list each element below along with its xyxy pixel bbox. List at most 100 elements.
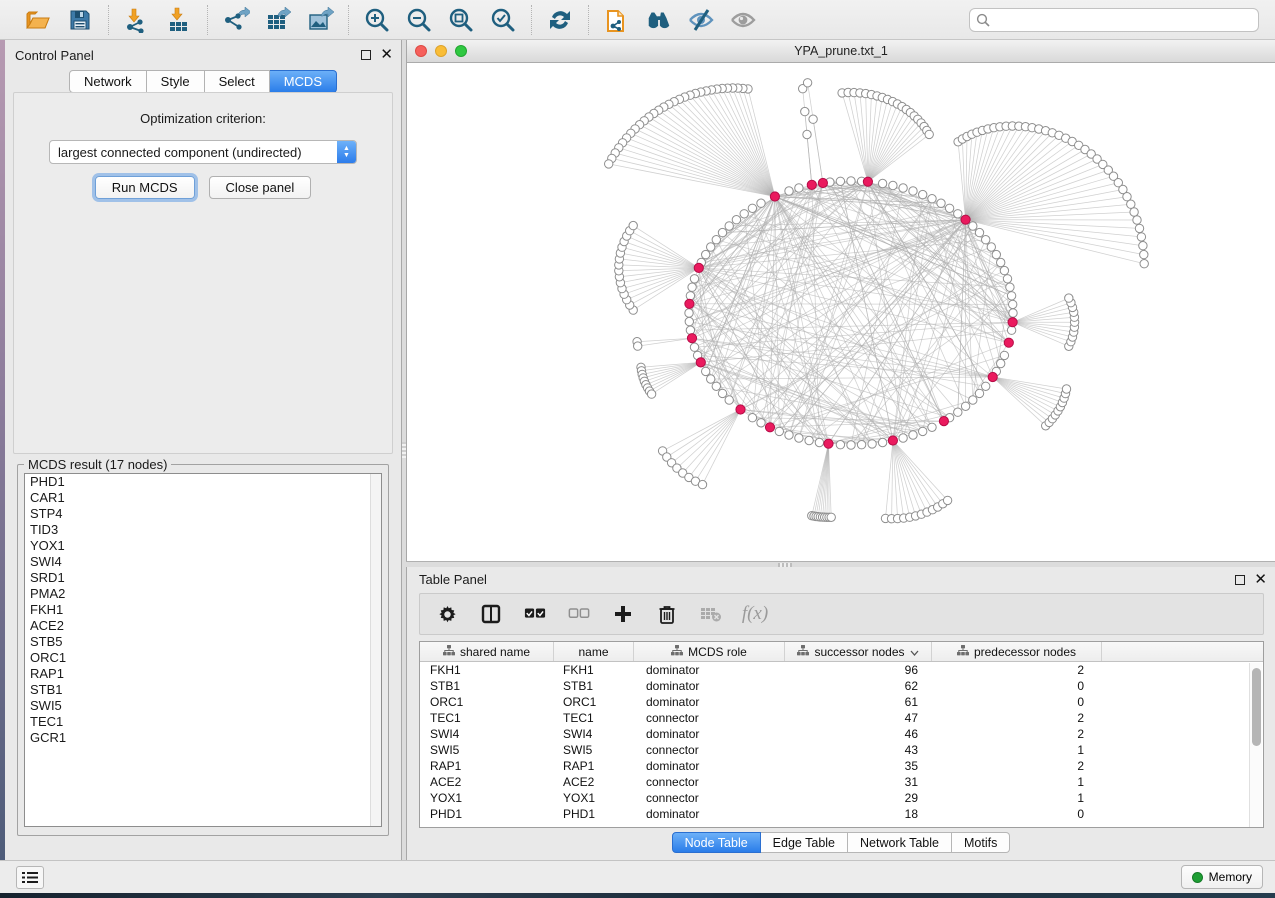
- network-node[interactable]: [961, 402, 969, 410]
- mcds-hub-node[interactable]: [818, 178, 827, 187]
- export-table-icon[interactable]: [264, 6, 292, 34]
- mcds-hub-node[interactable]: [696, 358, 705, 367]
- mcds-hub-node[interactable]: [1008, 318, 1017, 327]
- mcds-hub-node[interactable]: [939, 417, 948, 426]
- tab-edge-table[interactable]: Edge Table: [761, 832, 848, 853]
- network-node[interactable]: [748, 414, 756, 422]
- network-node[interactable]: [688, 283, 696, 291]
- delete-icon[interactable]: [656, 603, 678, 625]
- mcds-hub-node[interactable]: [736, 405, 745, 414]
- network-node[interactable]: [937, 199, 945, 207]
- mcds-hub-node[interactable]: [961, 215, 970, 224]
- mcds-hub-node[interactable]: [863, 177, 872, 186]
- zoom-in-icon[interactable]: [363, 6, 391, 34]
- table-row[interactable]: PHD1PHD1dominator180: [420, 806, 1263, 822]
- network-node[interactable]: [690, 343, 698, 351]
- network-node[interactable]: [712, 382, 720, 390]
- import-table-icon[interactable]: [165, 6, 193, 34]
- network-node[interactable]: [919, 427, 927, 435]
- mcds-result-item[interactable]: ACE2: [25, 618, 381, 634]
- network-node[interactable]: [795, 434, 803, 442]
- criterion-select[interactable]: largest connected component (undirected)…: [49, 140, 357, 164]
- network-node[interactable]: [928, 423, 936, 431]
- mcds-hub-node[interactable]: [824, 439, 833, 448]
- column-header-shared-name[interactable]: shared name: [420, 642, 554, 661]
- export-image-icon[interactable]: [306, 6, 334, 34]
- network-node[interactable]: [1133, 216, 1141, 224]
- network-node[interactable]: [878, 179, 886, 187]
- table-row[interactable]: YOX1YOX1connector291: [420, 790, 1263, 806]
- float-panel-icon[interactable]: [361, 50, 371, 60]
- close-table-panel-icon[interactable]: ✕: [1254, 575, 1267, 585]
- network-node[interactable]: [945, 204, 953, 212]
- mcds-result-item[interactable]: STP4: [25, 506, 381, 522]
- network-node[interactable]: [868, 440, 876, 448]
- column-header-successor-nodes[interactable]: successor nodes: [785, 642, 932, 661]
- network-node[interactable]: [805, 436, 813, 444]
- mcds-hub-node[interactable]: [888, 436, 897, 445]
- network-node[interactable]: [899, 434, 907, 442]
- network-node[interactable]: [928, 195, 936, 203]
- mcds-hub-node[interactable]: [694, 263, 703, 272]
- table-row[interactable]: SWI5SWI5connector431: [420, 742, 1263, 758]
- network-node[interactable]: [889, 181, 897, 189]
- table-row[interactable]: SWI4SWI4dominator462: [420, 726, 1263, 742]
- mcds-result-item[interactable]: CAR1: [25, 490, 381, 506]
- network-node[interactable]: [975, 228, 983, 236]
- import-network-icon[interactable]: [123, 6, 151, 34]
- mcds-result-item[interactable]: TID3: [25, 522, 381, 538]
- search-box[interactable]: [969, 8, 1259, 32]
- table-scrollbar[interactable]: [1249, 663, 1262, 827]
- tab-select[interactable]: Select: [205, 70, 270, 93]
- network-node[interactable]: [1137, 233, 1145, 241]
- mcds-hub-node[interactable]: [770, 192, 779, 201]
- network-node[interactable]: [707, 375, 715, 383]
- new-network-from-selection-icon[interactable]: [603, 6, 631, 34]
- mcds-result-item[interactable]: STB1: [25, 682, 381, 698]
- network-node[interactable]: [732, 216, 740, 224]
- network-node[interactable]: [975, 389, 983, 397]
- network-node[interactable]: [878, 438, 886, 446]
- select-all-icon[interactable]: [524, 603, 546, 625]
- network-node[interactable]: [919, 190, 927, 198]
- network-node[interactable]: [690, 275, 698, 283]
- network-node[interactable]: [1007, 292, 1015, 300]
- mcds-result-item[interactable]: STB5: [25, 634, 381, 650]
- network-node[interactable]: [748, 204, 756, 212]
- zoom-selected-icon[interactable]: [489, 6, 517, 34]
- network-node[interactable]: [740, 210, 748, 218]
- network-node[interactable]: [1127, 200, 1135, 208]
- network-node[interactable]: [847, 441, 855, 449]
- network-node[interactable]: [725, 396, 733, 404]
- network-node[interactable]: [943, 496, 951, 504]
- network-node[interactable]: [992, 250, 1000, 258]
- network-node[interactable]: [1007, 326, 1015, 334]
- zoom-fit-icon[interactable]: [447, 6, 475, 34]
- network-node[interactable]: [707, 243, 715, 251]
- network-node[interactable]: [809, 115, 817, 123]
- table-row[interactable]: ORC1ORC1dominator610: [420, 694, 1263, 710]
- network-node[interactable]: [1009, 309, 1017, 317]
- find-icon[interactable]: [645, 6, 673, 34]
- tab-network-table[interactable]: Network Table: [848, 832, 952, 853]
- network-node[interactable]: [634, 342, 642, 350]
- mcds-result-item[interactable]: PHD1: [25, 474, 381, 490]
- tab-node-table[interactable]: Node Table: [672, 832, 761, 853]
- network-node[interactable]: [1065, 294, 1073, 302]
- mcds-list-scrollbar[interactable]: [370, 474, 381, 826]
- network-node[interactable]: [827, 513, 835, 521]
- network-node[interactable]: [795, 184, 803, 192]
- table-scrollbar-thumb[interactable]: [1252, 668, 1261, 746]
- mcds-hub-node[interactable]: [687, 334, 696, 343]
- network-node[interactable]: [757, 419, 765, 427]
- run-mcds-button[interactable]: Run MCDS: [95, 176, 195, 199]
- network-node[interactable]: [702, 250, 710, 258]
- network-node[interactable]: [969, 396, 977, 404]
- tab-motifs[interactable]: Motifs: [952, 832, 1010, 853]
- network-node[interactable]: [803, 130, 811, 138]
- network-node[interactable]: [718, 228, 726, 236]
- network-node[interactable]: [1006, 283, 1014, 291]
- mcds-result-item[interactable]: RAP1: [25, 666, 381, 682]
- network-node[interactable]: [954, 210, 962, 218]
- network-node[interactable]: [857, 441, 865, 449]
